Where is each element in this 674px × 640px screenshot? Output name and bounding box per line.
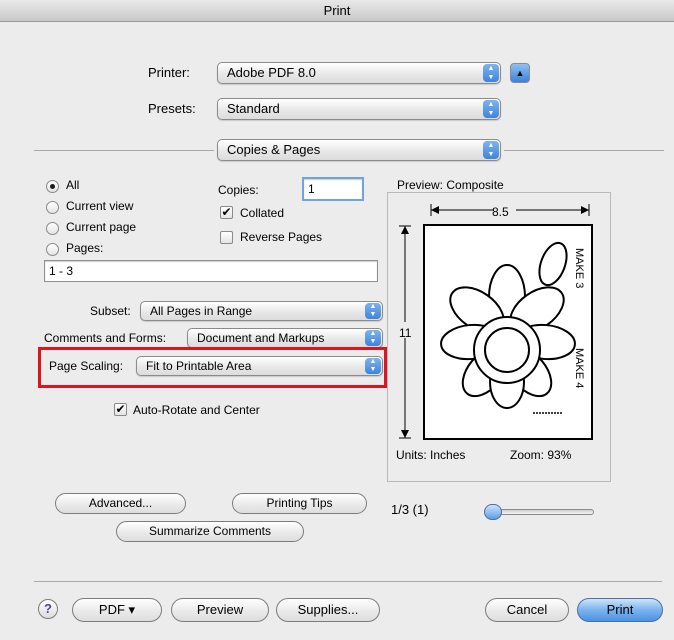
- reverse-pages-checkbox[interactable]: [220, 231, 233, 244]
- summarize-comments-button[interactable]: Summarize Comments: [116, 521, 304, 542]
- section-value: Copies & Pages: [227, 142, 321, 157]
- pages-field[interactable]: 1 - 3: [44, 260, 378, 282]
- printing-tips-button[interactable]: Printing Tips: [232, 493, 367, 514]
- printer-value: Adobe PDF 8.0: [227, 65, 316, 80]
- help-icon[interactable]: ?: [38, 599, 58, 619]
- page-text-top: MAKE 3: [573, 248, 585, 289]
- separator-left: [34, 150, 214, 151]
- collated-label: Collated: [240, 206, 285, 220]
- advanced-button[interactable]: Advanced...: [55, 493, 186, 514]
- popup-arrows-icon: ▲ ▼: [483, 141, 499, 159]
- subset-label: Subset:: [90, 304, 131, 318]
- collated-checkbox[interactable]: ✔: [220, 206, 233, 219]
- page-text-bottom: MAKE 4: [573, 348, 585, 389]
- print-button[interactable]: Print: [577, 598, 663, 622]
- window-title: Print: [323, 3, 351, 18]
- radio-pages-label: Pages:: [66, 241, 104, 255]
- preview-width-label: 8.5: [492, 205, 509, 219]
- radio-all[interactable]: [46, 180, 59, 193]
- comments-forms-popup[interactable]: Document and Markups ▲ ▼: [187, 328, 383, 348]
- separator-bottom: [34, 581, 662, 582]
- printer-label: Printer:: [148, 65, 190, 80]
- popup-arrows-icon: ▲ ▼: [483, 100, 499, 118]
- popup-arrows-icon: ▲ ▼: [365, 330, 381, 346]
- preview-button[interactable]: Preview: [171, 598, 269, 622]
- presets-value: Standard: [227, 101, 280, 116]
- window-titlebar: Print: [0, 0, 674, 22]
- popup-arrows-icon: ▲ ▼: [365, 303, 381, 319]
- printer-popup[interactable]: Adobe PDF 8.0 ▲ ▼: [217, 62, 501, 84]
- page-slider-track[interactable]: [486, 509, 594, 515]
- page-scaling-highlight-box: [38, 347, 387, 388]
- section-popup[interactable]: Copies & Pages ▲ ▼: [217, 139, 501, 161]
- reverse-pages-label: Reverse Pages: [240, 230, 323, 244]
- copies-label: Copies:: [218, 183, 259, 197]
- copies-field[interactable]: 1: [302, 177, 364, 201]
- disclosure-up-icon[interactable]: ▲: [510, 63, 530, 83]
- radio-current-view-label: Current view: [66, 199, 134, 213]
- cancel-button[interactable]: Cancel: [485, 598, 569, 622]
- pdf-menu-button[interactable]: PDF ▾: [72, 598, 162, 622]
- preview-title: Preview: Composite: [397, 178, 504, 192]
- subset-popup[interactable]: All Pages in Range ▲ ▼: [140, 301, 383, 321]
- separator-right: [504, 150, 664, 151]
- subset-value: All Pages in Range: [150, 304, 253, 318]
- zoom-label: Zoom: 93%: [510, 448, 572, 462]
- radio-current-view[interactable]: [46, 201, 59, 214]
- preview-height-label: 11: [399, 326, 412, 340]
- units-label: Units: Inches: [396, 448, 466, 462]
- radio-all-label: All: [66, 178, 80, 192]
- radio-pages[interactable]: [46, 243, 59, 256]
- page-indicator: 1/3 (1): [391, 502, 429, 517]
- radio-current-page-label: Current page: [66, 220, 137, 234]
- preview-graphic: [395, 203, 593, 440]
- supplies-button[interactable]: Supplies...: [276, 598, 380, 622]
- popup-arrows-icon: ▲ ▼: [483, 64, 499, 82]
- comments-forms-value: Document and Markups: [197, 331, 325, 345]
- presets-popup[interactable]: Standard ▲ ▼: [217, 98, 501, 120]
- page-slider-knob[interactable]: [484, 504, 502, 520]
- radio-current-page[interactable]: [46, 222, 59, 235]
- presets-label: Presets:: [148, 101, 196, 116]
- comments-forms-label: Comments and Forms:: [44, 331, 167, 345]
- auto-rotate-label: Auto-Rotate and Center: [133, 403, 260, 417]
- auto-rotate-checkbox[interactable]: ✔: [114, 403, 127, 416]
